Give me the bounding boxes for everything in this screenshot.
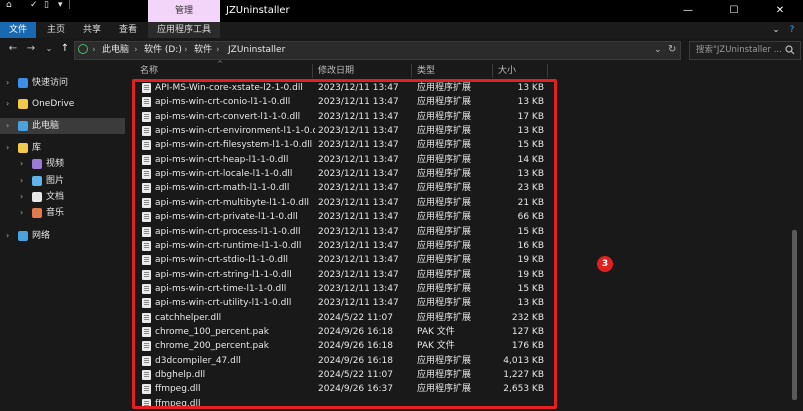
expand-chevron-icon[interactable]: ›: [20, 156, 28, 172]
app-folder-icon: [78, 44, 88, 54]
help-icon[interactable]: ?: [786, 22, 798, 38]
sort-up-icon: ^: [217, 60, 223, 68]
address-dropdown-icon[interactable]: ⌄: [654, 44, 662, 56]
picture-icon: [32, 176, 42, 186]
minimize-button[interactable]: —: [665, 0, 711, 22]
nav-item-library[interactable]: › 库: [0, 140, 125, 156]
breadcrumb-separator: ›: [134, 45, 138, 55]
network-icon: [18, 231, 28, 241]
expand-chevron-icon[interactable]: ›: [20, 173, 28, 189]
column-divider[interactable]: [312, 64, 313, 78]
tab-home[interactable]: 主页: [40, 22, 72, 38]
nav-item-video[interactable]: › 视频: [0, 156, 125, 172]
highlight-box: [132, 79, 557, 409]
column-divider[interactable]: [492, 64, 493, 78]
expand-chevron-icon[interactable]: ›: [20, 189, 28, 205]
window-title: JZUninstaller: [226, 5, 290, 16]
breadcrumb-drive-d[interactable]: 软件 (D:): [144, 44, 182, 56]
breadcrumb-separator: ›: [216, 45, 220, 55]
recent-locations-button[interactable]: ⌄: [42, 41, 56, 57]
column-size[interactable]: 大小: [498, 64, 516, 78]
computer-icon: [18, 121, 28, 131]
maximize-button[interactable]: ☐: [711, 0, 757, 22]
expand-chevron-icon[interactable]: ›: [6, 118, 14, 134]
expand-chevron-icon[interactable]: ›: [20, 205, 28, 221]
nav-item-star[interactable]: › 快速访问: [0, 75, 125, 91]
nav-item-document[interactable]: › 文档: [0, 189, 125, 205]
properties-icon[interactable]: ✓: [30, 0, 38, 10]
column-header: ^ 名称 修改日期 类型 大小: [135, 60, 790, 78]
breadcrumb-software[interactable]: 软件: [194, 44, 212, 56]
expand-chevron-icon[interactable]: ›: [6, 140, 14, 156]
ribbon-expand-icon[interactable]: ⌄: [770, 22, 782, 38]
app-icon[interactable]: ⌂: [6, 0, 12, 10]
back-button[interactable]: ←: [6, 41, 20, 57]
breadcrumb-separator: ›: [92, 45, 96, 55]
breadcrumb-jzuninstaller[interactable]: JZUninstaller: [228, 44, 285, 56]
nav-item-music[interactable]: › 音乐: [0, 205, 125, 221]
manage-tab[interactable]: 管理: [148, 0, 220, 22]
expand-chevron-icon[interactable]: ›: [6, 75, 14, 91]
nav-item-label: 视频: [46, 159, 65, 169]
column-date[interactable]: 修改日期: [318, 64, 354, 78]
nav-item-computer[interactable]: › 此电脑: [0, 118, 125, 134]
new-folder-icon[interactable]: ▯: [44, 0, 49, 10]
tab-file[interactable]: 文件: [0, 22, 36, 38]
library-icon: [18, 143, 28, 153]
column-type[interactable]: 类型: [417, 64, 435, 78]
nav-item-network[interactable]: › 网络: [0, 228, 125, 244]
music-icon: [32, 208, 42, 218]
breadcrumb-separator: ›: [184, 45, 188, 55]
column-divider[interactable]: [547, 64, 548, 78]
customize-quick-access-icon[interactable]: ▾: [58, 0, 63, 10]
tab-share[interactable]: 共享: [76, 22, 108, 38]
nav-item-cloud[interactable]: › OneDrive: [0, 96, 125, 112]
nav-item-label: 文档: [46, 192, 65, 202]
expand-chevron-icon[interactable]: ›: [6, 228, 14, 244]
tab-application-tools[interactable]: 应用程序工具: [148, 22, 220, 38]
nav-item-label: 快速访问: [32, 78, 69, 88]
nav-item-label: 网络: [32, 231, 51, 241]
video-icon: [32, 159, 42, 169]
nav-item-label: 音乐: [46, 208, 65, 218]
nav-item-label: OneDrive: [32, 99, 75, 109]
column-divider[interactable]: [411, 64, 412, 78]
vertical-scrollbar[interactable]: [792, 230, 797, 400]
quick-access-separator: |: [68, 0, 72, 10]
document-icon: [32, 192, 42, 202]
refresh-icon[interactable]: ↻: [668, 44, 676, 56]
nav-item-label: 图片: [46, 176, 65, 186]
tab-view[interactable]: 查看: [112, 22, 144, 38]
nav-item-picture[interactable]: › 图片: [0, 173, 125, 189]
column-name[interactable]: 名称: [140, 64, 158, 78]
breadcrumb-this-pc[interactable]: 此电脑: [102, 44, 129, 56]
step-marker: 3: [597, 256, 613, 272]
search-placeholder: 搜索"JZUninstaller ...: [696, 45, 782, 55]
search-icon[interactable]: [785, 45, 795, 55]
expand-chevron-icon[interactable]: ›: [6, 96, 14, 112]
nav-item-label: 此电脑: [32, 121, 60, 131]
star-icon: [18, 78, 28, 88]
up-button[interactable]: ↑: [58, 41, 72, 57]
cloud-icon: [18, 99, 28, 109]
close-button[interactable]: ✕: [757, 0, 803, 22]
nav-item-label: 库: [32, 143, 42, 153]
forward-button[interactable]: →: [24, 41, 38, 57]
